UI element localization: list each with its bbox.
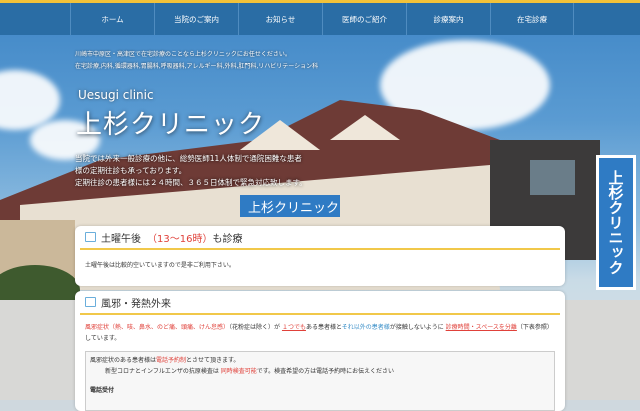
title-hours: （13〜16時） (147, 233, 213, 245)
title-text: 土曜午後 (101, 233, 141, 245)
text: です。検査希望の方は電話予約時にお伝えください (256, 368, 394, 375)
title-text: 風邪・発熱外来 (101, 298, 171, 310)
nav-doctors[interactable]: 医師のご紹介 (322, 3, 406, 35)
emphasis-text: 電話予約制 (156, 357, 187, 364)
intro-line-1: 川崎市中原区・高津区で在宅診療のことなら上杉クリニックにお任せください。 (75, 51, 291, 58)
desc-line: 様の定期往診も承っております。 (75, 166, 187, 175)
nav-about[interactable]: 当院のご案内 (154, 3, 238, 35)
text: とさせて頂きます。 (186, 357, 240, 364)
card-paragraph: 風邪症状（熱、咳、鼻水、のど痛、頭痛、けん怠感）（花粉症は除く）が １つでもある… (75, 315, 565, 351)
brand-japanese: 上杉クリニック (76, 110, 266, 140)
main-nav: ホーム 当院のご案内 お知らせ 医師のご紹介 診療案内 在宅診療 (0, 0, 640, 35)
text: ある患者様と (305, 324, 342, 331)
text: 新型コロナとインフルエンザの抗原検査は (105, 368, 219, 375)
emphasis-text: それ以外の患者様 (341, 324, 390, 331)
phone-heading: 電話受付 (90, 387, 115, 394)
building-sign-text: 上杉クリニック (248, 201, 339, 216)
emphasis-text: １つでも (281, 324, 306, 331)
nav-news[interactable]: お知らせ (238, 3, 322, 35)
card-heading: 風邪・発熱外来 (80, 291, 560, 315)
nav-home[interactable]: ホーム (70, 3, 154, 35)
separation-link[interactable]: 診療時間・スペースを分離 (446, 324, 517, 331)
info-box: 風邪症状のある患者様は電話予約制とさせて頂きます。 新型コロナとインフルエンザの… (85, 351, 555, 411)
desc-line: 当院では外来一般診療の他に、総勢医師11人体制で通院困難な患者 (75, 154, 302, 163)
saturday-card: 土曜午後 （13〜16時） も診療 土曜午後は比較的空いていますので是非ご利用下… (75, 226, 565, 286)
nav-home-care[interactable]: 在宅診療 (490, 3, 574, 35)
hospital-icon (85, 232, 96, 242)
emphasis-text: 同時検査可能 (220, 368, 257, 375)
nav-services[interactable]: 診療案内 (406, 3, 490, 35)
brand-english: Uesugi clinic (78, 88, 154, 102)
symptoms-text: 風邪症状（熱、咳、鼻水、のど痛、頭痛、けん怠感） (85, 324, 230, 331)
hero-description: 当院では外来一般診療の他に、総勢医師11人体制で通院困難な患者 様の定期往診も承… (75, 153, 307, 189)
card-heading: 土曜午後 （13〜16時） も診療 (80, 226, 560, 250)
title-text: も診療 (212, 233, 243, 245)
intro-line-2: 在宅診療,内科,循環器科,胃腸科,呼吸器科,アレルギー科,外科,肛門科,リハビリ… (75, 63, 319, 70)
clinic-vertical-sign: 上杉クリニック (596, 155, 636, 290)
cold-fever-card: 風邪・発熱外来 風邪症状（熱、咳、鼻水、のど痛、頭痛、けん怠感）（花粉症は除く）… (75, 291, 565, 411)
text: 風邪症状のある患者様は (90, 357, 157, 364)
hospital-icon (85, 297, 96, 307)
text: （花粉症は除く）が (229, 324, 281, 331)
text: が接触しないように (389, 324, 444, 331)
card-body: 土曜午後は比較的空いていますので是非ご利用下さい。 (85, 262, 235, 269)
desc-line: 定期往診の患者様には２４時間、３６５日体制で緊急対応致します。 (75, 178, 307, 187)
